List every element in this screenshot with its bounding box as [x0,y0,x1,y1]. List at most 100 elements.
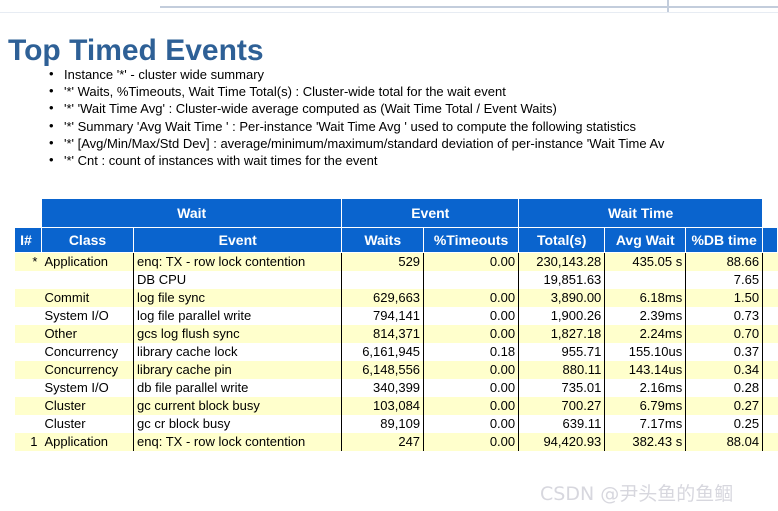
table-row[interactable]: Cluster gc current block busy 103,084 0.00 7… [14,397,778,415]
cell-clipped [762,379,778,397]
top-horizontal-rule-secondary [0,12,778,13]
cell-total-seconds: 880.11 [518,361,606,379]
group-header-wait: Wait [40,198,343,228]
cell-total-seconds: 955.71 [518,343,606,361]
cell-db-time-pct: 0.73 [685,307,764,325]
cell-total-seconds: 1,827.18 [518,325,606,343]
cell-db-time-pct: 88.66 [685,252,764,271]
page-title: Top Timed Events [8,34,264,68]
cell-clipped [762,325,778,343]
cell-waits: 89,109 [341,415,425,433]
cell-event: gc cr block busy [133,415,343,433]
table-row[interactable]: 1 Application enq: TX - row lock contentio… [14,433,778,451]
cell-instance-number [14,415,42,433]
cell-instance-number [14,343,42,361]
cell-clipped [762,397,778,415]
cell-avg-wait: 6.18ms [604,289,687,307]
cell-total-seconds: 3,890.00 [518,289,606,307]
cell-event: log file sync [133,289,343,307]
cell-avg-wait: 2.24ms [604,325,687,343]
cell-class: System I/O [41,307,135,325]
cell-class [41,271,135,289]
cell-avg-wait: 2.39ms [604,307,687,325]
table-row[interactable]: System I/O db file parallel write 340,399 0… [14,379,778,397]
cell-total-seconds: 700.27 [518,397,606,415]
group-header-spacer-right [763,199,778,228]
table-row[interactable]: Other gcs log flush sync 814,371 0.00 1,827.… [14,325,778,343]
table-group-header-row: Wait Event Wait Time [15,198,778,228]
group-header-spacer [15,199,42,228]
cell-avg-wait: 7.17ms [604,415,687,433]
cell-waits: 6,161,945 [341,343,425,361]
cell-class: System I/O [41,379,135,397]
cell-db-time-pct: 1.50 [685,289,764,307]
cell-waits: 794,141 [341,307,425,325]
table-row[interactable]: DB CPU 19,851.63 7.65 [14,271,778,289]
cell-db-time-pct: 0.28 [685,379,764,397]
cell-event: gc current block busy [133,397,343,415]
cell-total-seconds: 735.01 [518,379,606,397]
table-row[interactable]: Cluster gc cr block busy 89,109 0.00 639.11 7… [14,415,778,433]
cell-event: gcs log flush sync [133,325,343,343]
cell-timeouts: 0.00 [423,289,520,307]
cell-waits [341,271,425,289]
cell-instance-number [14,289,42,307]
column-header-event[interactable]: Event [133,227,343,253]
column-header-db-time-pct[interactable]: %DB time [685,227,764,253]
column-header-instance-number[interactable]: I# [14,227,42,253]
cell-event: enq: TX - row lock contention [133,252,343,271]
table-row[interactable]: System I/O log file parallel write 794,141… [14,307,778,325]
cell-event: db file parallel write [133,379,343,397]
cell-timeouts: 0.00 [423,361,520,379]
cell-timeouts: 0.00 [423,379,520,397]
cell-avg-wait: 6.79ms [604,397,687,415]
table-column-header-row: I# Class Event Waits %Timeouts Total(s) … [14,227,778,253]
column-header-avg-wait[interactable]: Avg Wait [604,227,687,253]
note-item: '*' Waits, %Timeouts, Wait Time Total(s)… [49,82,778,100]
column-header-waits[interactable]: Waits [341,227,425,253]
note-item: Instance '*' - cluster wide summary [49,65,778,83]
cell-clipped [762,307,778,325]
column-header-timeouts[interactable]: %Timeouts [423,227,520,253]
cell-db-time-pct: 0.27 [685,397,764,415]
cell-class: Commit [41,289,135,307]
cell-class: Cluster [41,415,135,433]
cell-event: enq: TX - row lock contention [133,433,343,451]
cell-avg-wait: 143.14us [604,361,687,379]
cell-instance-number [14,271,42,289]
cell-avg-wait: 155.10us [604,343,687,361]
table-row[interactable]: Concurrency library cache pin 6,148,556 0.0… [14,361,778,379]
cell-event: library cache lock [133,343,343,361]
table-row[interactable]: Commit log file sync 629,663 0.00 3,890.00 6.… [14,289,778,307]
cell-timeouts: 0.00 [423,252,520,271]
cell-instance-number [14,361,42,379]
note-item: '*' [Avg/Min/Max/Std Dev] : average/mini… [49,134,778,152]
top-horizontal-rule [160,6,778,8]
cell-avg-wait [604,271,687,289]
cell-clipped [762,271,778,289]
cell-total-seconds: 94,420.93 [518,433,606,451]
table-row[interactable]: Concurrency library cache lock 6,161,945 0.… [14,343,778,361]
column-header-class[interactable]: Class [40,227,135,253]
cell-instance-number [14,307,42,325]
cell-clipped [762,252,778,271]
cell-total-seconds: 1,900.26 [518,307,606,325]
csdn-watermark: CSDN @尹头鱼的鱼鲴 [540,483,734,505]
cell-timeouts: 0.00 [423,433,520,451]
cell-instance-number [14,379,42,397]
column-header-total-seconds[interactable]: Total(s) [518,227,606,253]
table-row[interactable]: * Application enq: TX - row lock contentio… [14,252,778,271]
cell-waits: 529 [341,252,425,271]
cell-waits: 247 [341,433,425,451]
group-header-event: Event [341,198,520,228]
notes-list: Instance '*' - cluster wide summary'*' W… [44,65,778,169]
cell-clipped [762,343,778,361]
cell-instance-number: 1 [14,433,42,451]
cell-instance-number [14,325,42,343]
cell-waits: 6,148,556 [341,361,425,379]
cell-class: Other [41,325,135,343]
cell-event: library cache pin [133,361,343,379]
cell-db-time-pct: 0.37 [685,343,764,361]
top-divider-rules [0,0,778,18]
cell-class: Application [41,433,135,451]
